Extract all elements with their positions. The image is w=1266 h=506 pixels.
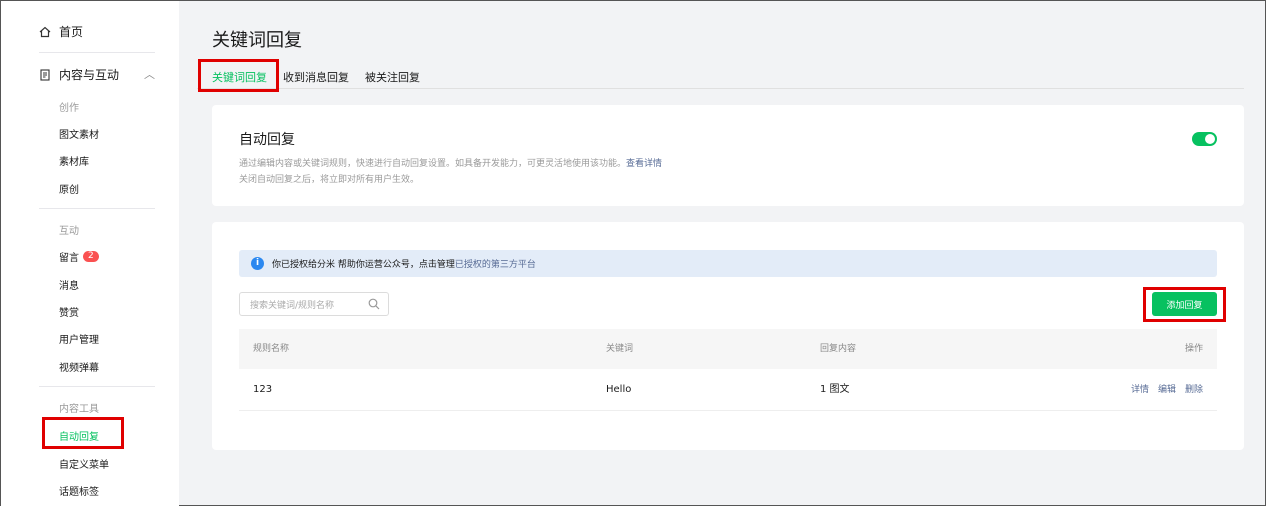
auto-reply-description: 通过编辑内容或关键词规则，快速进行自动回复设置。如具备开发能力，可更灵活地使用该…: [239, 156, 662, 169]
nav-home[interactable]: 首页: [39, 23, 83, 40]
sidebar-item-comments[interactable]: 留言 2: [59, 249, 99, 264]
nav-group-content[interactable]: 内容与互动 ︿: [39, 66, 159, 83]
cell-rule-name: 123: [253, 384, 273, 395]
divider: [39, 208, 155, 209]
details-link[interactable]: 详情: [1131, 369, 1149, 411]
delete-link[interactable]: 删除: [1185, 369, 1203, 411]
section-title-create: 创作: [59, 103, 79, 114]
sidebar-item-custom-menu[interactable]: 自定义菜单: [59, 456, 109, 471]
page-title: 关键词回复: [212, 30, 302, 51]
edit-link[interactable]: 编辑: [1158, 369, 1176, 411]
info-icon: i: [251, 257, 264, 270]
header-rule-name: 规则名称: [253, 344, 290, 354]
sidebar-item-reward[interactable]: 赞赏: [59, 304, 79, 319]
row-actions: 详情 编辑 删除: [1131, 369, 1203, 411]
auto-reply-note: 关闭自动回复之后，将立即对所有用户生效。: [239, 175, 420, 185]
auto-reply-toggle[interactable]: [1192, 132, 1217, 146]
tabs-divider: [197, 88, 1244, 89]
nav-home-label: 首页: [59, 25, 84, 39]
header-keyword: 关键词: [606, 344, 634, 354]
header-reply-content: 回复内容: [820, 344, 857, 354]
auto-reply-card: 自动回复 通过编辑内容或关键词规则，快速进行自动回复设置。如具备开发能力，可更灵…: [212, 105, 1244, 206]
notice-text: 你已授权给分米 帮助你运营公众号，点击管理: [272, 260, 455, 270]
table-row: 123 Hello 1 图文 详情 编辑 删除: [239, 369, 1217, 411]
search-box: [239, 292, 389, 317]
sidebar-item-article[interactable]: 图文素材: [59, 126, 99, 141]
authorization-notice: i 你已授权给分米 帮助你运营公众号，点击管理 已授权的第三方平台: [239, 250, 1217, 277]
document-icon: [40, 68, 50, 81]
section-title-tools: 内容工具: [59, 404, 99, 415]
description-text: 通过编辑内容或关键词规则，快速进行自动回复设置。如具备开发能力，可更灵活地使用该…: [239, 159, 627, 169]
toggle-knob: [1205, 134, 1215, 144]
home-icon: [39, 26, 51, 37]
comment-count-badge: 2: [83, 251, 99, 262]
sidebar-item-label: 留言: [59, 253, 79, 264]
cell-keyword: Hello: [606, 384, 632, 395]
header-actions: 操作: [1184, 344, 1203, 354]
table-header: 规则名称 关键词 回复内容 操作: [239, 329, 1217, 369]
sidebar-item-messages[interactable]: 消息: [59, 277, 79, 292]
sidebar-item-topic-tags[interactable]: 话题标签: [59, 483, 99, 498]
sidebar-item-danmaku[interactable]: 视频弹幕: [59, 359, 99, 374]
search-icon[interactable]: [368, 298, 380, 310]
rules-card: i 你已授权给分米 帮助你运营公众号，点击管理已授权的第三方平台 添加回复 规则…: [212, 222, 1244, 450]
third-party-link[interactable]: 已授权的第三方平台: [455, 257, 536, 270]
search-input[interactable]: [240, 295, 360, 317]
highlight-box: [1143, 287, 1226, 322]
divider: [39, 386, 155, 387]
chevron-up-icon[interactable]: ︿: [144, 66, 155, 82]
section-title-interact: 互动: [59, 226, 79, 237]
highlight-box: [42, 417, 124, 449]
sidebar-item-library[interactable]: 素材库: [59, 153, 89, 168]
view-details-link[interactable]: 查看详情: [626, 159, 662, 169]
auto-reply-title: 自动回复: [239, 132, 295, 148]
sidebar: 首页 内容与互动 ︿ 创作 图文素材 素材库 原创 互动 留言 2 消息 赞赏 …: [1, 1, 179, 506]
highlight-box: [198, 59, 279, 92]
sidebar-item-users[interactable]: 用户管理: [59, 331, 99, 346]
sidebar-item-original[interactable]: 原创: [59, 181, 79, 196]
cell-reply-content: 1 图文: [820, 384, 850, 395]
divider: [39, 52, 155, 53]
nav-group-label: 内容与互动: [59, 68, 120, 82]
